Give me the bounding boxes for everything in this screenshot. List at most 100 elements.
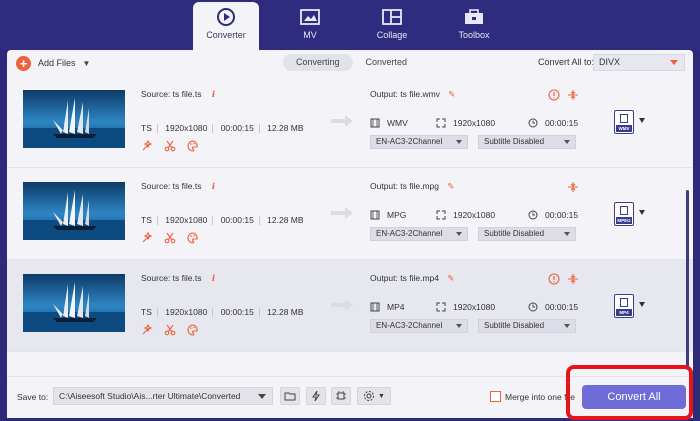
output-format: WMV xyxy=(370,118,436,128)
scissors-icon[interactable] xyxy=(164,140,176,152)
source-filename: Source: ts file.ts i xyxy=(141,181,215,192)
merge-option[interactable]: Merge into one file xyxy=(490,391,575,402)
format-value: DIVX xyxy=(599,57,621,67)
tab-toolbox[interactable]: Toolbox xyxy=(441,2,507,48)
output-meta: WMV 1920x1080 00:00:15 xyxy=(370,118,578,128)
tab-converted[interactable]: Converted xyxy=(353,54,421,71)
chip-off-icon xyxy=(336,391,346,400)
audio-track-select[interactable]: EN-AC3-2Channel xyxy=(370,227,468,241)
source-label: Source: ts file.ts xyxy=(141,273,202,283)
gpu-accel-button[interactable] xyxy=(331,387,351,405)
pencil-icon[interactable]: ✎ xyxy=(448,89,455,99)
info-circle-icon[interactable] xyxy=(548,273,560,285)
tab-mv[interactable]: MV xyxy=(277,2,343,48)
file-row[interactable]: Source: ts file.ts i TS 1920x1080 00:00:… xyxy=(7,168,693,260)
magic-wand-icon[interactable] xyxy=(141,232,153,244)
merge-checkbox[interactable] xyxy=(490,391,501,402)
chevron-down-icon[interactable]: ▼ xyxy=(83,59,91,68)
output-format-badge[interactable]: MP4 xyxy=(614,294,634,318)
collage-icon xyxy=(382,9,402,25)
source-meta: TS 1920x1080 00:00:15 12.28 MB xyxy=(141,307,304,318)
subtitle-select[interactable]: Subtitle Disabled xyxy=(478,227,576,241)
converter-icon xyxy=(217,8,235,26)
source-filename: Source: ts file.ts i xyxy=(141,273,215,284)
output-resolution: 1920x1080 xyxy=(436,210,528,220)
expand-icon xyxy=(436,302,446,312)
tab-converter[interactable]: Converter xyxy=(193,2,259,50)
source-label: Source: ts file.ts xyxy=(141,181,202,191)
tab-converting[interactable]: Converting xyxy=(283,54,353,71)
magic-wand-icon[interactable] xyxy=(141,324,153,336)
tab-converter-label: Converter xyxy=(206,30,246,40)
palette-icon[interactable] xyxy=(187,140,199,152)
compress-icon[interactable] xyxy=(567,181,579,193)
status-tabs: Converting Converted xyxy=(283,54,420,71)
palette-icon[interactable] xyxy=(187,232,199,244)
output-resolution-value: 1920x1080 xyxy=(453,210,496,220)
output-format-badge[interactable]: WMV xyxy=(614,110,634,134)
source-duration: 00:00:15 xyxy=(220,307,254,317)
pencil-icon[interactable]: ✎ xyxy=(447,273,454,283)
add-files-label: Add Files xyxy=(38,58,76,68)
expand-icon xyxy=(436,210,446,220)
chevron-down-icon[interactable] xyxy=(639,302,645,307)
format-badge-label: MP4 xyxy=(616,309,632,316)
source-meta: TS 1920x1080 00:00:15 12.28 MB xyxy=(141,215,304,226)
output-format-badge[interactable]: MPEG xyxy=(614,202,634,226)
compress-icon[interactable] xyxy=(567,273,579,285)
merge-label: Merge into one file xyxy=(505,391,575,402)
chevron-down-icon xyxy=(456,140,462,144)
source-resolution: 1920x1080 xyxy=(165,307,208,317)
output-meta: MPG 1920x1080 00:00:15 xyxy=(370,210,578,220)
film-icon xyxy=(370,302,380,312)
palette-icon[interactable] xyxy=(187,324,199,336)
info-icon[interactable]: i xyxy=(212,274,215,284)
scrollbar[interactable] xyxy=(686,190,689,370)
audio-track-value: EN-AC3-2Channel xyxy=(376,229,443,238)
tab-collage[interactable]: Collage xyxy=(359,2,425,48)
clock-icon xyxy=(528,210,538,220)
output-format-value: WMV xyxy=(387,118,408,128)
subtitle-select[interactable]: Subtitle Disabled xyxy=(478,135,576,149)
source-container: TS xyxy=(141,215,152,225)
hardware-accel-button[interactable] xyxy=(306,387,326,405)
edit-tools xyxy=(141,324,199,336)
output-duration-value: 00:00:15 xyxy=(545,118,579,128)
chevron-down-icon: ▼ xyxy=(378,392,385,400)
chevron-down-icon[interactable] xyxy=(639,210,645,215)
source-filename: Source: ts file.ts i xyxy=(141,89,215,100)
settings-button[interactable]: ▼ xyxy=(357,387,391,405)
info-icon[interactable]: i xyxy=(212,182,215,192)
film-icon xyxy=(620,298,628,307)
video-thumbnail[interactable] xyxy=(23,274,125,332)
audio-track-select[interactable]: EN-AC3-2Channel xyxy=(370,135,468,149)
pencil-icon[interactable]: ✎ xyxy=(447,181,454,191)
tab-mv-label: MV xyxy=(303,30,317,40)
convert-all-format-select[interactable]: DIVX xyxy=(593,54,685,71)
file-row[interactable]: Source: ts file.ts i TS 1920x1080 00:00:… xyxy=(7,260,693,352)
file-row[interactable]: Source: ts file.ts i TS 1920x1080 00:00:… xyxy=(7,76,693,168)
info-icon[interactable]: i xyxy=(212,90,215,100)
magic-wand-icon[interactable] xyxy=(141,140,153,152)
info-circle-icon[interactable] xyxy=(548,89,560,101)
subtitle-select[interactable]: Subtitle Disabled xyxy=(478,319,576,333)
save-path-select[interactable]: C:\Aiseesoft Studio\Ais...rter Ultimate\… xyxy=(53,387,273,405)
scissors-icon[interactable] xyxy=(164,232,176,244)
ship-thumbnail-image xyxy=(23,182,125,240)
video-thumbnail[interactable] xyxy=(23,90,125,148)
arrow-right-icon xyxy=(331,207,353,219)
plus-icon: + xyxy=(16,55,31,71)
chevron-down-icon[interactable] xyxy=(639,118,645,123)
video-thumbnail[interactable] xyxy=(23,182,125,240)
add-files-button[interactable]: + Add Files ▼ xyxy=(16,54,90,72)
subtitle-value: Subtitle Disabled xyxy=(484,137,545,146)
film-icon xyxy=(370,118,380,128)
compress-icon[interactable] xyxy=(567,89,579,101)
highlight-ring xyxy=(566,365,693,420)
open-folder-button[interactable] xyxy=(280,387,300,405)
scissors-icon[interactable] xyxy=(164,324,176,336)
expand-icon xyxy=(436,118,446,128)
subtitle-value: Subtitle Disabled xyxy=(484,321,545,330)
output-resolution-value: 1920x1080 xyxy=(453,118,496,128)
audio-track-select[interactable]: EN-AC3-2Channel xyxy=(370,319,468,333)
